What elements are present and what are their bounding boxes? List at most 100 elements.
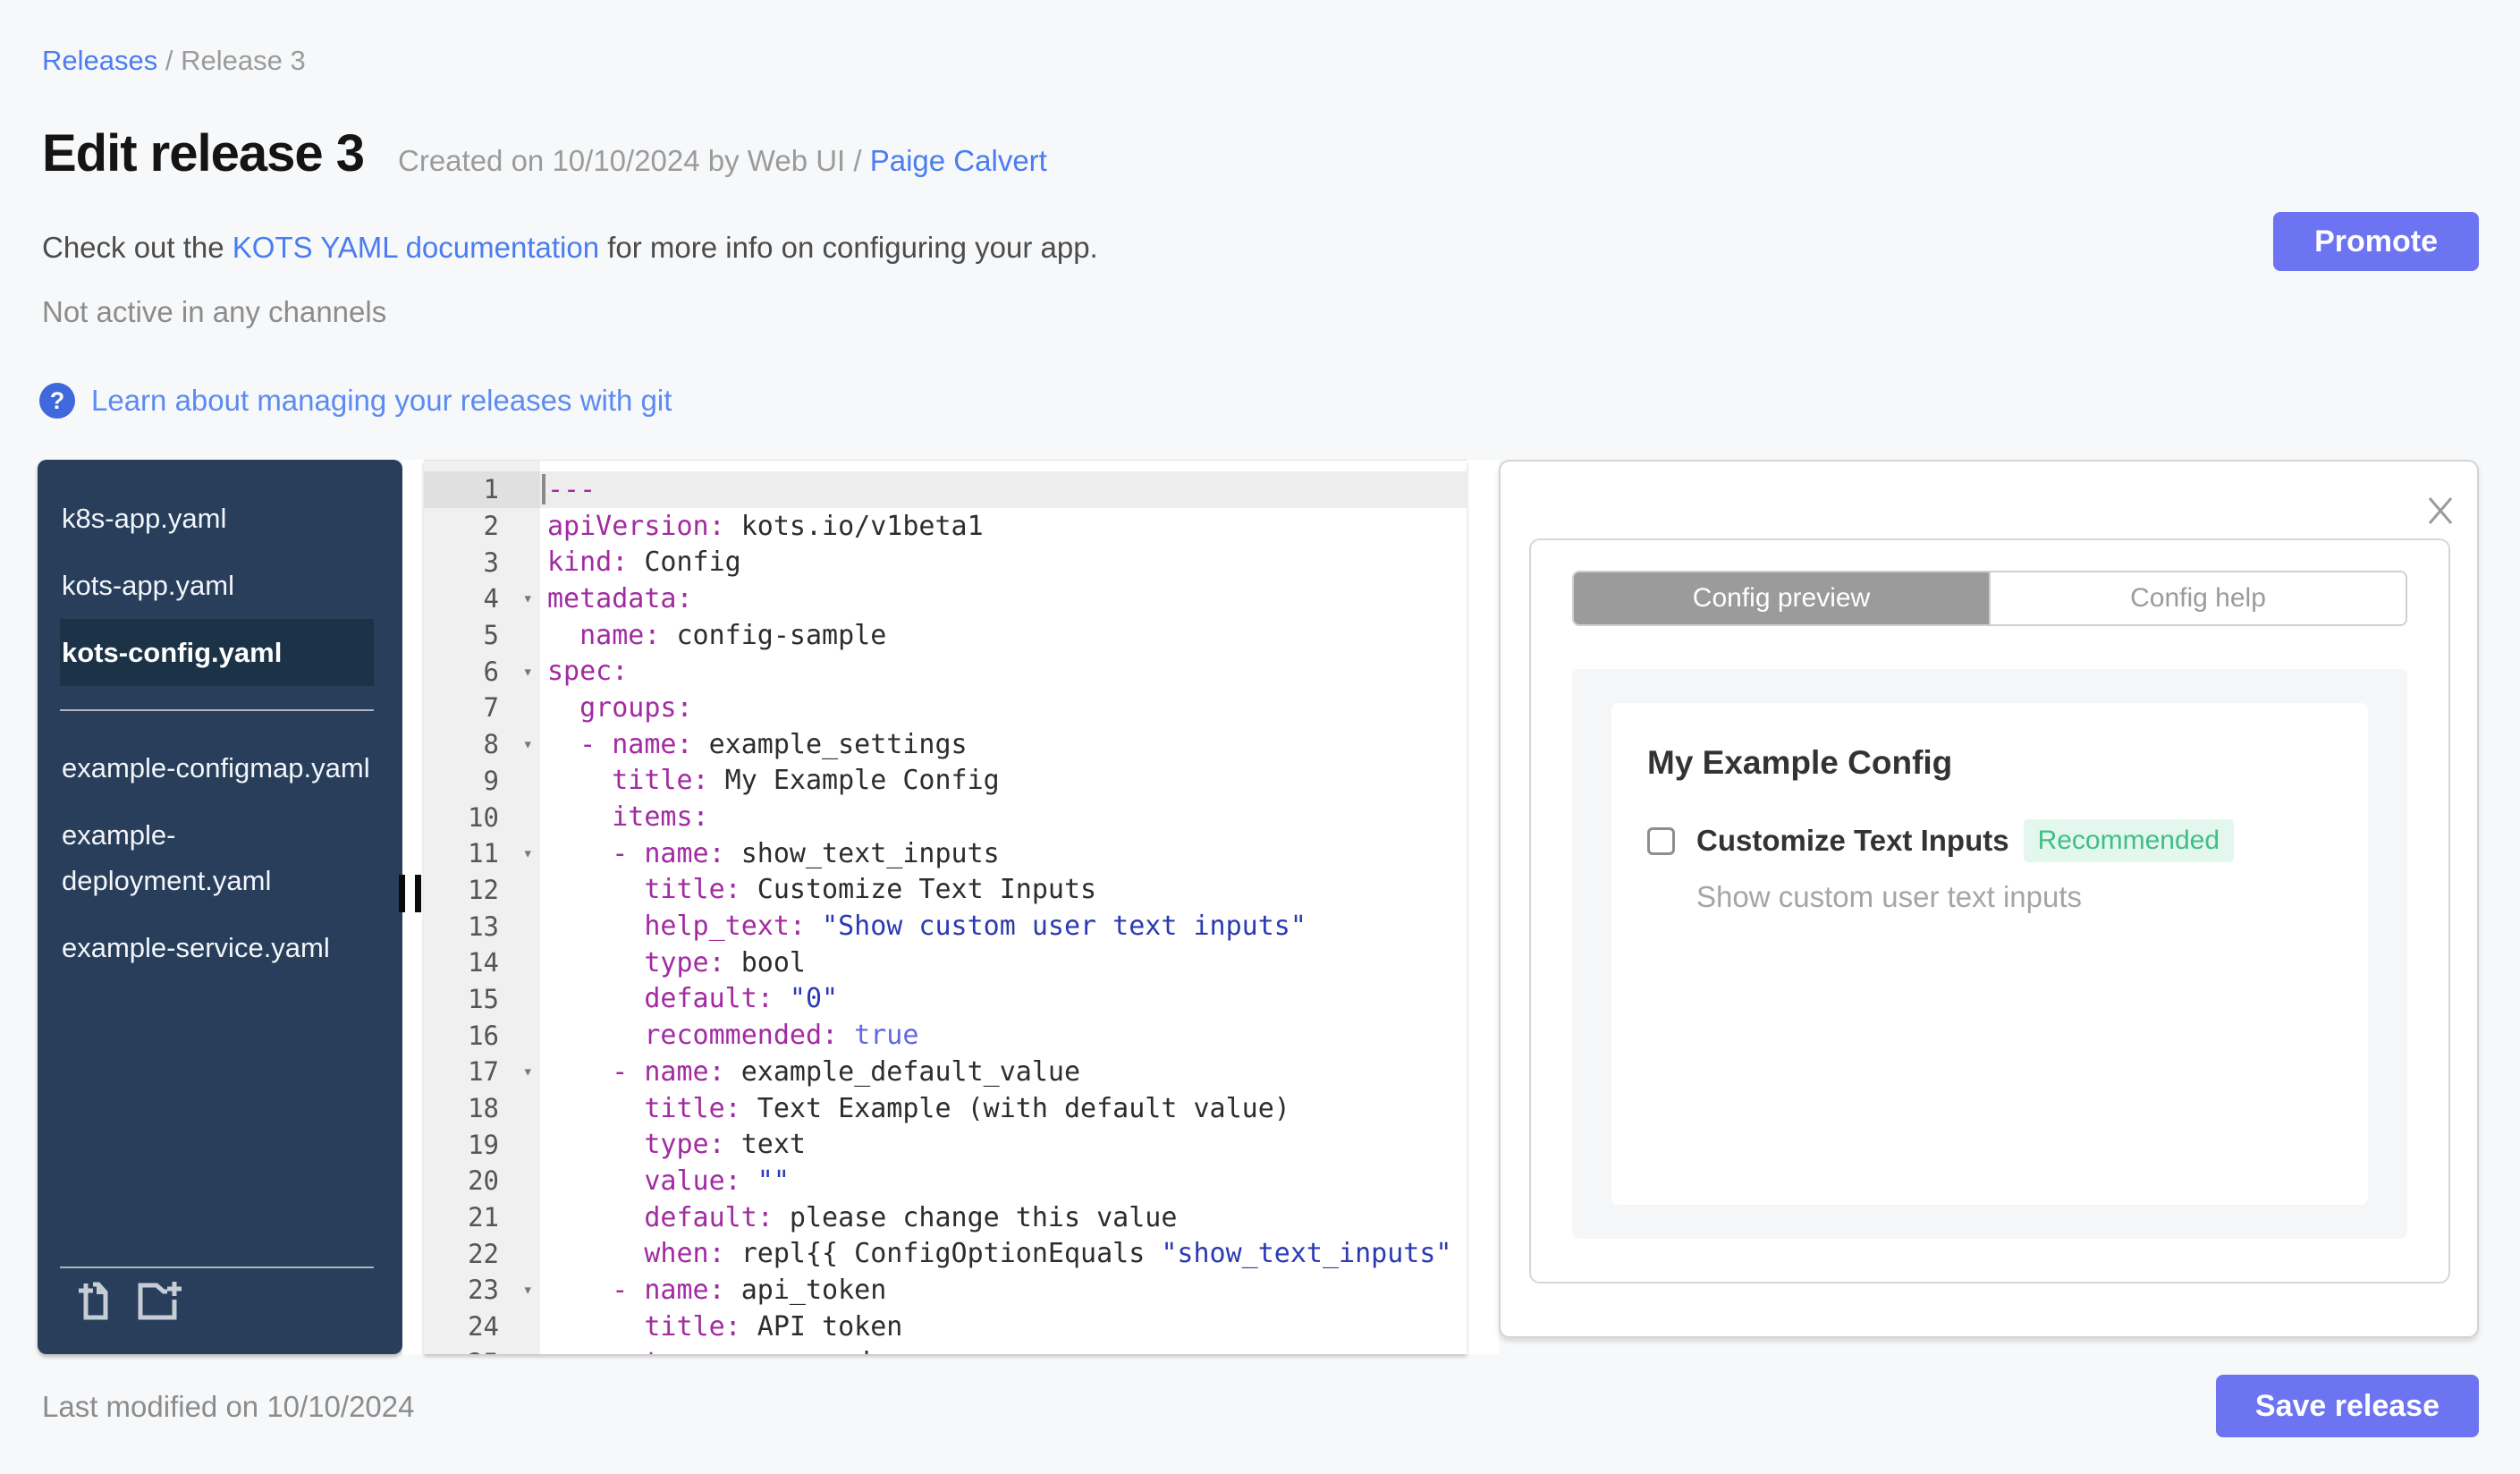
line-number[interactable]: 19 (424, 1126, 540, 1163)
line-number-text: 6 (483, 656, 499, 687)
code-line[interactable]: 6 ▾ spec: (424, 653, 1467, 690)
code-token: true (838, 1020, 919, 1052)
line-number[interactable]: 25 (424, 1345, 540, 1354)
fold-arrow-icon[interactable]: ▾ (523, 1280, 533, 1300)
line-number[interactable]: 6 ▾ (424, 653, 540, 690)
code-line[interactable]: 7 groups: (424, 690, 1467, 726)
line-number[interactable]: 1 (424, 471, 540, 508)
upload-file-icon[interactable] (78, 1279, 112, 1322)
line-number[interactable]: 15 (424, 981, 540, 1018)
code-text: title: API token (540, 1309, 902, 1345)
sidebar-item-example-service[interactable]: example-service.yaml (60, 914, 374, 981)
line-number[interactable]: 11 ▾ (424, 835, 540, 872)
git-releases-link[interactable]: Learn about managing your releases with … (91, 384, 672, 418)
code-line[interactable]: 22 when: repl{{ ConfigOptionEquals "show… (424, 1235, 1467, 1272)
code-line[interactable]: 2 apiVersion: kots.io/v1beta1 (424, 508, 1467, 545)
line-number[interactable]: 2 (424, 508, 540, 545)
code-line[interactable]: 18 title: Text Example (with default val… (424, 1090, 1467, 1127)
code-token: help_text: (547, 911, 806, 943)
line-number[interactable]: 4 ▾ (424, 580, 540, 617)
close-icon[interactable] (2423, 494, 2457, 528)
config-checkbox[interactable] (1647, 826, 1675, 855)
code-line[interactable]: 8 ▾ - name: example_settings (424, 726, 1467, 763)
line-number-text: 11 (468, 838, 499, 869)
code-line[interactable]: 4 ▾ metadata: (424, 580, 1467, 617)
code-lines: 1 --- 2 apiVersion: kots.io/v1beta1 3 kind: C… (424, 471, 1467, 1354)
code-line[interactable]: 14 type: bool (424, 945, 1467, 981)
split-drag-handle-left[interactable] (399, 875, 421, 912)
line-number[interactable]: 18 (424, 1090, 540, 1127)
kots-yaml-docs-link[interactable]: KOTS YAML documentation (233, 231, 599, 264)
code-line[interactable]: 10 items: (424, 799, 1467, 835)
code-token: Text Example (with default value) (740, 1092, 1290, 1124)
line-number[interactable]: 16 (424, 1017, 540, 1054)
tab-config-help[interactable]: Config help (1989, 572, 2406, 624)
resize-gutter-right[interactable] (1467, 460, 1499, 1354)
code-text: help_text: "Show custom user text inputs… (540, 908, 1307, 945)
code-text: value: "" (540, 1163, 790, 1199)
breadcrumb-current: Release 3 (181, 45, 306, 76)
author-link[interactable]: Paige Calvert (870, 144, 1047, 177)
new-file-icon[interactable] (133, 1279, 182, 1322)
release-editor-region: k8s-app.yaml kots-app.yaml kots-config.y… (38, 460, 2479, 1354)
line-number-text: 15 (468, 983, 499, 1014)
promote-button[interactable]: Promote (2273, 212, 2479, 271)
text-caret (542, 474, 545, 504)
code-token: api_token (724, 1274, 887, 1306)
code-line[interactable]: 17 ▾ - name: example_default_value (424, 1054, 1467, 1090)
code-line[interactable]: 23 ▾ - name: api_token (424, 1272, 1467, 1309)
line-number[interactable]: 5 (424, 617, 540, 654)
preview-tab-group: Config preview Config help (1572, 571, 2407, 626)
code-token: "show_text_inputs" (1161, 1238, 1452, 1270)
tab-config-preview[interactable]: Config preview (1574, 572, 1989, 624)
code-text: kind: Config (540, 544, 741, 580)
code-token: repl{{ ConfigOptionEquals (724, 1238, 1162, 1270)
code-line[interactable]: 24 title: API token (424, 1309, 1467, 1345)
code-token: text (724, 1129, 806, 1161)
fold-arrow-icon[interactable]: ▾ (523, 589, 533, 608)
line-number[interactable]: 13 (424, 908, 540, 945)
save-release-button[interactable]: Save release (2215, 1375, 2479, 1437)
code-line[interactable]: 21 default: please change this value (424, 1199, 1467, 1236)
line-number-text: 5 (483, 620, 499, 651)
code-line[interactable]: 3 kind: Config (424, 544, 1467, 580)
sidebar-item-example-deployment[interactable]: example-deployment.yaml (60, 801, 374, 914)
code-line[interactable]: 25 type: password (424, 1345, 1467, 1354)
code-line[interactable]: 1 --- (424, 471, 1467, 508)
code-line[interactable]: 11 ▾ - name: show_text_inputs (424, 835, 1467, 872)
line-number[interactable]: 21 (424, 1199, 540, 1236)
code-line[interactable]: 5 name: config-sample (424, 617, 1467, 654)
code-line[interactable]: 12 title: Customize Text Inputs (424, 872, 1467, 909)
code-line[interactable]: 16 recommended: true (424, 1017, 1467, 1054)
line-number[interactable]: 20 (424, 1163, 540, 1199)
code-line[interactable]: 19 type: text (424, 1126, 1467, 1163)
code-line[interactable]: 9 title: My Example Config (424, 763, 1467, 800)
line-number[interactable]: 12 (424, 872, 540, 909)
line-number[interactable]: 7 (424, 690, 540, 726)
sidebar-item-kots-config[interactable]: kots-config.yaml (60, 619, 374, 686)
line-number[interactable]: 9 (424, 763, 540, 800)
line-number[interactable]: 24 (424, 1309, 540, 1345)
line-number[interactable]: 10 (424, 799, 540, 835)
line-number[interactable]: 22 (424, 1235, 540, 1272)
fold-arrow-icon[interactable]: ▾ (523, 843, 533, 863)
config-render-area: My Example Config Customize Text Inputs … (1572, 669, 2407, 1239)
fold-arrow-icon[interactable]: ▾ (523, 662, 533, 682)
line-number[interactable]: 23 ▾ (424, 1272, 540, 1309)
fold-arrow-icon[interactable]: ▾ (523, 1062, 533, 1081)
yaml-code-editor[interactable]: 1 --- 2 apiVersion: kots.io/v1beta1 3 kind: C… (424, 460, 1467, 1354)
breadcrumb-releases-link[interactable]: Releases (42, 45, 157, 76)
line-number[interactable]: 3 (424, 544, 540, 580)
code-line[interactable]: 13 help_text: "Show custom user text inp… (424, 908, 1467, 945)
code-line[interactable]: 20 value: "" (424, 1163, 1467, 1199)
sidebar-item-k8s-app[interactable]: k8s-app.yaml (60, 485, 374, 552)
sidebar-item-example-configmap[interactable]: example-configmap.yaml (60, 734, 374, 801)
line-number[interactable]: 14 (424, 945, 540, 981)
code-line[interactable]: 15 default: "0" (424, 981, 1467, 1018)
help-question-icon[interactable]: ? (39, 383, 75, 419)
line-number[interactable]: 17 ▾ (424, 1054, 540, 1090)
config-group-title: My Example Config (1647, 744, 1953, 781)
fold-arrow-icon[interactable]: ▾ (523, 734, 533, 754)
line-number[interactable]: 8 ▾ (424, 726, 540, 763)
sidebar-item-kots-app[interactable]: kots-app.yaml (60, 552, 374, 619)
